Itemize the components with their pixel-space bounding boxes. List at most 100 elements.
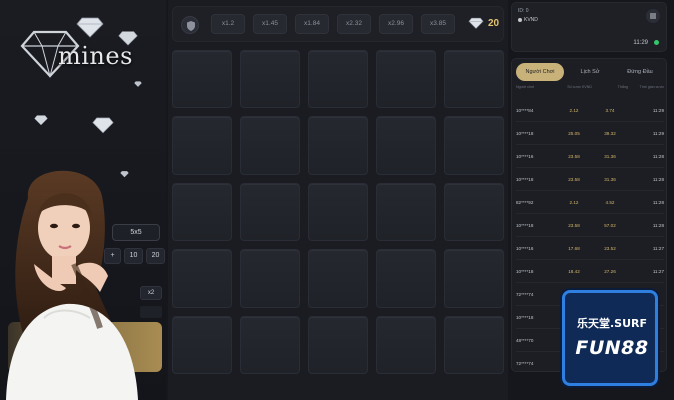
bet-cell: 18.42 [568,268,580,274]
quantity-20-button[interactable]: 20 [146,248,165,264]
grid-tile[interactable] [240,315,300,374]
bet-cell: 25.05 [568,130,580,136]
column-header: Số cược KVND [567,85,592,89]
player-cell: 10****18 [516,222,534,228]
grid-tile[interactable] [240,182,300,242]
diamond-icon [468,17,484,29]
table-row: 10****16 17.68 23.52 11:27 [516,237,664,260]
tab-top[interactable]: Đứng Đầu [616,63,664,81]
player-cell: 48****70 [516,337,534,343]
grid-tile[interactable] [376,116,436,175]
table-row: 10****84 2.12 3.74 11:29 [516,99,664,122]
player-cell: 10****18 [516,268,534,274]
grid-tile[interactable] [308,116,368,175]
grid-tile[interactable] [444,315,504,374]
grid-tile[interactable] [240,249,300,308]
shield-icon [187,21,195,31]
brand-logo: 乐天堂.SURF FUN88 [562,290,658,386]
diamond-icon [134,81,142,87]
win-cell: 31.36 [604,176,616,182]
player-cell: 72****74 [516,360,534,366]
account-user: KVND [518,17,538,23]
grid-tile[interactable] [376,249,436,308]
gem-counter: 20 [468,17,499,29]
grid-tile[interactable] [444,50,504,109]
player-cell: 72****74 [516,291,534,297]
diamond-icon [118,31,138,46]
grid-tile[interactable] [308,249,368,308]
win-cell: 31.36 [604,153,616,159]
left-panel: mines 5x5 + 10 20 x2 [0,0,166,400]
grid-tile[interactable] [444,116,504,175]
grid-tile[interactable] [172,116,232,175]
player-cell: 10****16 [516,153,534,159]
mines-grid [172,50,504,374]
provably-fair-button[interactable] [181,16,199,34]
grid-tile[interactable] [444,249,504,308]
diamond-icon [92,117,114,134]
double-bet-button[interactable]: x2 [140,286,162,300]
column-header: Thời gian cược [639,85,665,89]
multiplier-bar: x1.2 x1.45 x1.84 x2.32 x2.96 x3.85 20 [172,6,504,42]
player-cell: 10****18 [516,130,534,136]
clock: 11:29 [633,40,648,46]
grid-tile[interactable] [172,182,232,242]
bet-amount-field[interactable] [140,306,162,318]
grid-tile[interactable] [376,182,436,242]
player-cell: 10****16 [516,245,534,251]
grid-tile[interactable] [172,249,232,308]
grid-tile[interactable] [376,50,436,109]
multiplier-chip: x1.2 [211,14,245,34]
account-id: ID: 0 [518,8,529,14]
grid-tile[interactable] [376,315,436,374]
bet-cell: 23.58 [568,222,580,228]
multiplier-chip: x1.84 [295,14,329,34]
table-header: Người chơi Số cược KVND Thắng Thời gian … [516,85,664,95]
grid-tile[interactable] [308,182,368,242]
gem-count: 20 [488,17,500,29]
grid-tile[interactable] [240,116,300,175]
table-row: 82****92 2.12 4.52 11:28 [516,191,664,214]
grid-tile[interactable] [240,50,300,109]
time-cell: 11:29 [652,107,664,113]
grid-tile[interactable] [172,50,232,109]
player-cell: 10****18 [516,314,534,320]
column-header: Người chơi [516,85,535,89]
win-cell: 27.26 [604,268,616,274]
menu-button[interactable] [646,9,660,23]
bet-cell: 2.12 [569,199,579,205]
time-cell: 11:28 [652,222,664,228]
time-cell: 11:27 [652,268,664,274]
brand-logo-name: FUN88 [575,337,649,359]
username: KVND [524,17,538,23]
bets-tabs: Người Chơi Lịch Sử Đứng Đầu [516,63,664,81]
grid-tile[interactable] [444,182,504,242]
bet-cell: 23.58 [568,176,580,182]
win-cell: 57.02 [604,222,616,228]
hamburger-icon [650,13,656,19]
bet-cell: 17.68 [568,245,580,251]
tab-players[interactable]: Người Chơi [516,63,564,81]
grid-tile[interactable] [172,315,232,374]
diamond-icon [76,17,104,38]
bet-cell: 23.58 [568,153,580,159]
player-cell: 10****84 [516,107,534,113]
multiplier-chip: x3.85 [421,14,455,34]
time-cell: 11:28 [652,199,664,205]
user-icon [518,18,522,22]
table-row: 10****18 25.05 39.32 11:29 [516,122,664,145]
time-cell: 11:28 [652,176,664,182]
table-row: 10****18 23.58 57.02 11:28 [516,214,664,237]
time-cell: 11:28 [652,153,664,159]
multiplier-chip: x2.32 [337,14,371,34]
grid-tile[interactable] [308,50,368,109]
logo-text: mines [58,42,133,70]
win-cell: 23.52 [604,245,616,251]
online-status-icon [654,40,659,45]
win-cell: 3.74 [605,107,615,113]
grid-tile[interactable] [308,315,368,374]
time-cell: 11:27 [652,245,664,251]
win-cell: 39.32 [604,130,616,136]
tab-history[interactable]: Lịch Sử [566,63,614,81]
table-row: 10****18 23.58 31.36 11:28 [516,168,664,191]
